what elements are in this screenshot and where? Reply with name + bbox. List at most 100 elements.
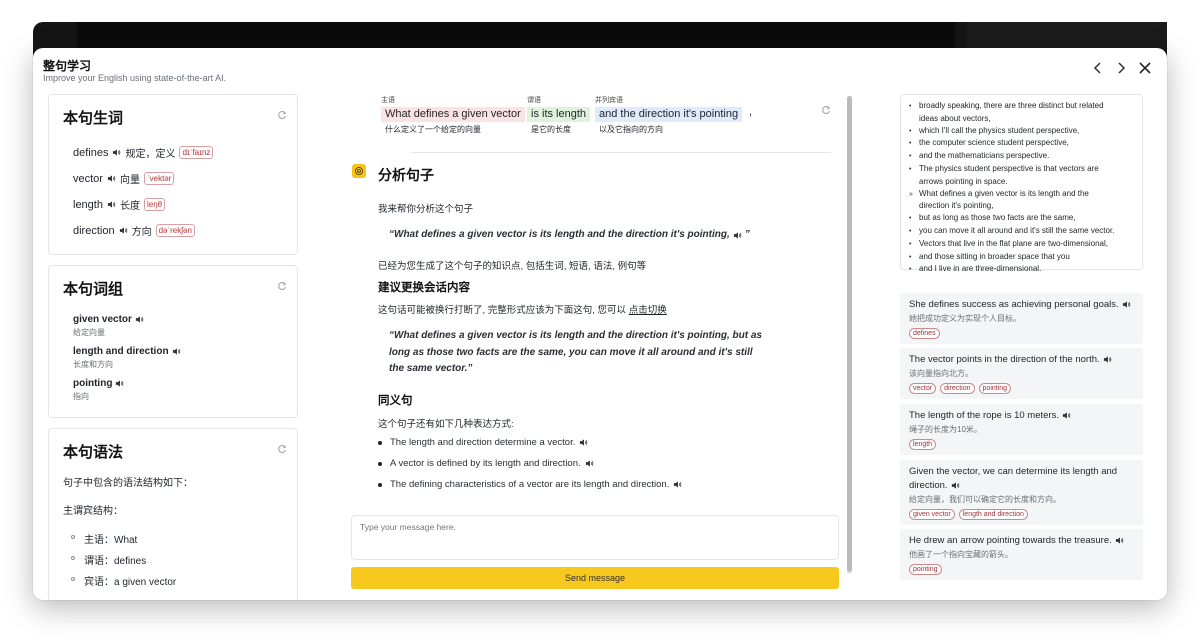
example-translation: 该向量指向北方。 bbox=[909, 369, 973, 378]
example-english: The length of the rope is 10 meters. bbox=[909, 409, 1134, 423]
example-translation: 他画了一个指向宝藏的箭头。 bbox=[909, 550, 1013, 559]
suggested-sentence-quote: “What defines a given vector is its leng… bbox=[389, 330, 762, 374]
keyword-tag[interactable]: direction bbox=[940, 383, 975, 394]
speaker-icon[interactable] bbox=[1115, 536, 1124, 545]
example-translation: 绳子的长度为10米。 bbox=[909, 425, 982, 434]
analysis-heading: 分析句子 bbox=[378, 167, 434, 183]
phrases-refresh-button[interactable] bbox=[277, 278, 287, 291]
sentence-segment-object[interactable]: 并列宾语 and the direction it's pointing 以及它… bbox=[595, 95, 743, 135]
passage-line[interactable]: » What defines a given vector is its leng… bbox=[909, 188, 1134, 201]
keyword-tag[interactable]: defines bbox=[909, 328, 940, 339]
speaker-icon[interactable] bbox=[733, 231, 742, 240]
speaker-icon[interactable] bbox=[1122, 300, 1131, 309]
passage-line[interactable]: arrows pointing in space. bbox=[909, 176, 1134, 188]
passage-line[interactable]: • the computer science student perspectiv… bbox=[909, 137, 1134, 150]
analysis-quote: “What defines a given vector is its leng… bbox=[389, 227, 789, 244]
analysis-generated-note: 已经为您生成了这个句子的知识点, 包括生词, 短语, 语法, 例句等 bbox=[378, 261, 647, 272]
grammar-item: 谓语：defines bbox=[70, 552, 146, 567]
passage-bullet: • bbox=[909, 140, 912, 148]
vocab-phonetic: ˈvektər bbox=[143, 172, 175, 185]
quote-end: ” bbox=[744, 229, 750, 240]
chevron-left-icon bbox=[1093, 62, 1101, 74]
switch-sentence-link[interactable]: 点击切换 bbox=[629, 305, 667, 316]
vocab-phonetic: dɪˈfaɪnz bbox=[179, 146, 214, 159]
previous-button[interactable] bbox=[1090, 60, 1106, 76]
speaker-icon[interactable] bbox=[135, 315, 144, 324]
vocab-word: defines bbox=[73, 146, 109, 159]
grammar-item: 主语：What bbox=[70, 531, 137, 546]
speaker-icon[interactable] bbox=[579, 438, 588, 447]
grammar-item: 宾语：a given vector bbox=[70, 573, 176, 588]
vocab-word: direction bbox=[73, 224, 115, 237]
speaker-icon[interactable] bbox=[1062, 411, 1071, 420]
conversation-scrollbar[interactable] bbox=[847, 96, 852, 574]
speaker-icon[interactable] bbox=[951, 481, 960, 490]
example-tags: vector direction pointing bbox=[909, 383, 1134, 394]
passage-text: and those sitting in broader space that … bbox=[919, 251, 1070, 261]
speaker-icon[interactable] bbox=[119, 226, 128, 235]
example-english-text: Given the vector, we can determine its l… bbox=[909, 466, 1118, 491]
speaker-icon[interactable] bbox=[107, 200, 116, 209]
modal-subtitle: Improve your English using state-of-the-… bbox=[43, 73, 227, 83]
passage-text: but as long as those two facts are the s… bbox=[919, 213, 1076, 223]
speaker-icon[interactable] bbox=[172, 347, 181, 356]
vocabulary-panel: 本句生词 defines 规定，定义 dɪˈfaɪnz vector 向量 ˈv… bbox=[48, 94, 298, 255]
synonym-text: The defining characteristics of a vector… bbox=[390, 479, 670, 490]
phrase-text: pointing bbox=[73, 378, 113, 389]
analysis-conversation: 主语 What defines a given vector 什么定义了一个给定… bbox=[351, 48, 851, 600]
passage-text: Vectors that live in the flat plane are … bbox=[919, 238, 1108, 248]
close-button[interactable] bbox=[1137, 60, 1153, 76]
speaker-icon[interactable] bbox=[115, 379, 124, 388]
transcript-passage: • broadly speaking, there are three disti… bbox=[900, 94, 1143, 273]
passage-line[interactable]: • and those sitting in broader space that… bbox=[909, 251, 1134, 264]
example-tags: defines bbox=[909, 328, 1134, 339]
keyword-tag[interactable]: given vector bbox=[909, 509, 955, 520]
next-button[interactable] bbox=[1113, 60, 1129, 76]
passage-line[interactable]: direction it's pointing, bbox=[909, 200, 1134, 212]
speaker-icon[interactable] bbox=[1103, 355, 1112, 364]
speaker-icon[interactable] bbox=[112, 148, 121, 157]
suggest-text: 这句话可能被换行打断了, 完整形式应该为下面这句, 您可以 点击切换 bbox=[378, 302, 667, 316]
vocabulary-refresh-button[interactable] bbox=[277, 107, 287, 120]
keyword-tag[interactable]: length bbox=[909, 439, 937, 450]
ai-avatar bbox=[352, 164, 366, 178]
message-input[interactable] bbox=[351, 515, 839, 560]
passage-bullet: • bbox=[909, 127, 912, 135]
keyword-tag[interactable]: length and direction bbox=[958, 509, 1028, 520]
passage-line[interactable]: • which I'll call the physics student per… bbox=[909, 125, 1134, 138]
sentence-study-modal: 整句学习 Improve your English using state-of… bbox=[33, 48, 1167, 600]
vocab-item: defines 规定，定义 dɪˈfaɪnz bbox=[73, 145, 214, 160]
example-english-text: The length of the rope is 10 meters. bbox=[909, 410, 1059, 421]
passage-line[interactable]: • you can move it all around and it's sti… bbox=[909, 225, 1134, 238]
keyword-tag[interactable]: pointing bbox=[978, 383, 1012, 394]
passage-text: the computer science student perspective… bbox=[919, 138, 1069, 148]
speaker-icon[interactable] bbox=[107, 174, 116, 183]
passage-line[interactable]: • broadly speaking, there are three disti… bbox=[909, 100, 1134, 113]
grammar-refresh-button[interactable] bbox=[277, 441, 287, 454]
synonym-item: A vector is defined by its length and di… bbox=[378, 458, 594, 469]
phrases-title: 本句词组 bbox=[63, 281, 124, 298]
passage-text: arrows pointing in space. bbox=[919, 176, 1008, 186]
quote-text: “What defines a given vector is its leng… bbox=[389, 229, 730, 240]
passage-line[interactable]: • The physics student perspective is that… bbox=[909, 163, 1134, 176]
passage-line[interactable]: • and I live in are three-dimensional. bbox=[909, 263, 1134, 276]
sentence-segment-subject[interactable]: 主语 What defines a given vector 什么定义了一个给定… bbox=[381, 95, 525, 135]
passage-line[interactable]: ideas about vectors, bbox=[909, 113, 1134, 125]
keyword-tag[interactable]: pointing bbox=[909, 564, 942, 575]
refresh-icon bbox=[822, 106, 831, 115]
send-message-button[interactable]: Send message bbox=[351, 567, 839, 589]
passage-line[interactable]: • but as long as those two facts are the … bbox=[909, 212, 1134, 225]
passage-line[interactable]: • Vectors that live in the flat plane are… bbox=[909, 238, 1134, 251]
keyword-tag[interactable]: vector bbox=[909, 383, 937, 394]
sentence-refresh-button[interactable] bbox=[821, 102, 831, 115]
speaker-icon[interactable] bbox=[673, 480, 682, 489]
speaker-icon[interactable] bbox=[585, 459, 594, 468]
passage-line[interactable]: • and the mathematicians perspective. bbox=[909, 150, 1134, 163]
grammar-intro: 句子中包含的语法结构如下： bbox=[63, 478, 193, 489]
passage-bullet: • bbox=[909, 266, 912, 274]
sentence-segment-predicate[interactable]: 谓语 is its length 是它的长度 bbox=[527, 95, 591, 135]
passage-bullet: • bbox=[909, 165, 912, 173]
passage-text: broadly speaking, there are three distin… bbox=[919, 101, 1104, 110]
scrollbar-thumb[interactable] bbox=[847, 96, 852, 572]
passage-text: and the mathematicians perspective. bbox=[919, 151, 1050, 161]
